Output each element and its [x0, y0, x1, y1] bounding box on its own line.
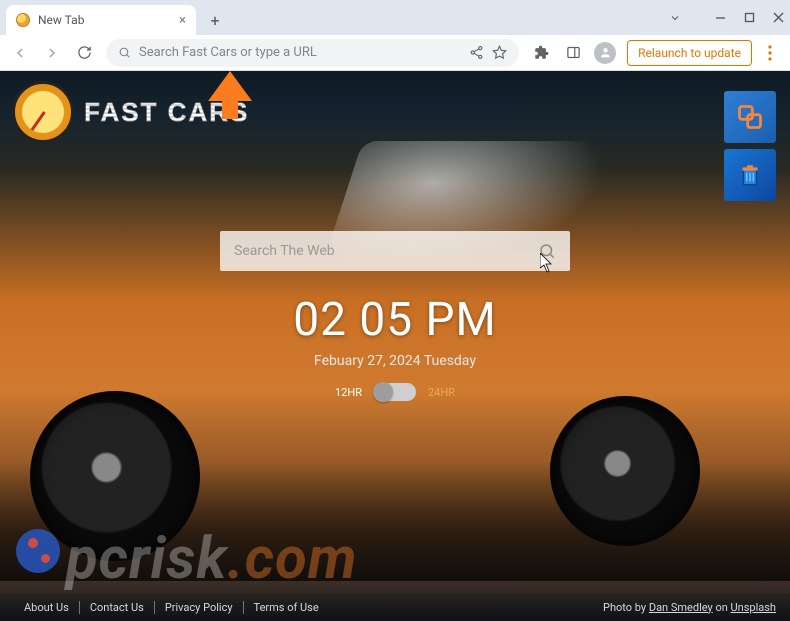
maximize-button[interactable] [744, 12, 755, 23]
tabs-dropdown-icon[interactable] [669, 12, 681, 24]
label-24hr: 24HR [428, 386, 455, 399]
relaunch-button[interactable]: Relaunch to update [627, 40, 752, 66]
extensions-icon[interactable] [527, 39, 555, 67]
date-display: Febuary 27, 2024 Tuesday [220, 353, 570, 369]
close-window-button[interactable] [773, 12, 784, 23]
back-button[interactable] [6, 39, 34, 67]
profile-avatar[interactable] [591, 39, 619, 67]
photo-credit: Photo by Dan Smedley on Unsplash [603, 601, 776, 614]
footer-link-contact[interactable]: Contact Us [80, 601, 155, 614]
footer-link-about[interactable]: About Us [14, 601, 80, 614]
minimize-button[interactable] [715, 12, 726, 23]
background-wheel [550, 396, 700, 546]
tab-title: New Tab [38, 13, 84, 27]
background-wheel [30, 391, 200, 561]
wallpaper-button[interactable] [724, 91, 776, 143]
page-footer: About Us Contact Us Privacy Policy Terms… [0, 593, 790, 621]
watermark-logo-icon [16, 529, 60, 573]
toggle-switch[interactable] [374, 383, 416, 401]
mouse-cursor-icon [540, 253, 554, 273]
window-controls [669, 0, 784, 35]
side-actions [724, 91, 776, 201]
window-titlebar: New Tab × + [0, 0, 790, 35]
new-tab-button[interactable]: + [202, 7, 228, 33]
forward-button[interactable] [38, 39, 66, 67]
speedometer-icon [12, 81, 74, 143]
credit-author-link[interactable]: Dan Smedley [649, 601, 713, 614]
clock-display: 02 05 PM [220, 293, 570, 347]
sidepanel-icon[interactable] [559, 39, 587, 67]
footer-link-terms[interactable]: Terms of Use [244, 601, 329, 614]
search-input[interactable]: Search The Web [220, 231, 570, 271]
tab-favicon-icon [16, 13, 30, 27]
reload-button[interactable] [70, 39, 98, 67]
address-bar[interactable]: Search Fast Cars or type a URL [106, 39, 519, 67]
footer-links: About Us Contact Us Privacy Policy Terms… [14, 601, 329, 614]
bookmark-star-icon[interactable] [492, 45, 507, 60]
share-icon[interactable] [469, 45, 484, 60]
search-placeholder: Search The Web [234, 243, 335, 259]
credit-source-link[interactable]: Unsplash [731, 601, 776, 614]
search-icon [118, 46, 131, 59]
clear-button[interactable] [724, 149, 776, 201]
label-12hr: 12HR [335, 386, 362, 399]
omnibox-placeholder: Search Fast Cars or type a URL [139, 45, 317, 60]
footer-link-privacy[interactable]: Privacy Policy [155, 601, 244, 614]
kebab-menu-icon[interactable] [756, 39, 784, 67]
hour-format-toggle: 12HR 24HR [220, 383, 570, 401]
tab-close-icon[interactable]: × [179, 13, 186, 28]
browser-toolbar: Search Fast Cars or type a URL Relaunch … [0, 35, 790, 71]
newtab-page: FAST CARS Search The Web 02 05 PM Febuar… [0, 71, 790, 621]
annotation-arrow-icon [208, 71, 252, 119]
center-widget: Search The Web 02 05 PM Febuary 27, 2024… [220, 231, 570, 401]
browser-tab[interactable]: New Tab × [6, 5, 196, 35]
